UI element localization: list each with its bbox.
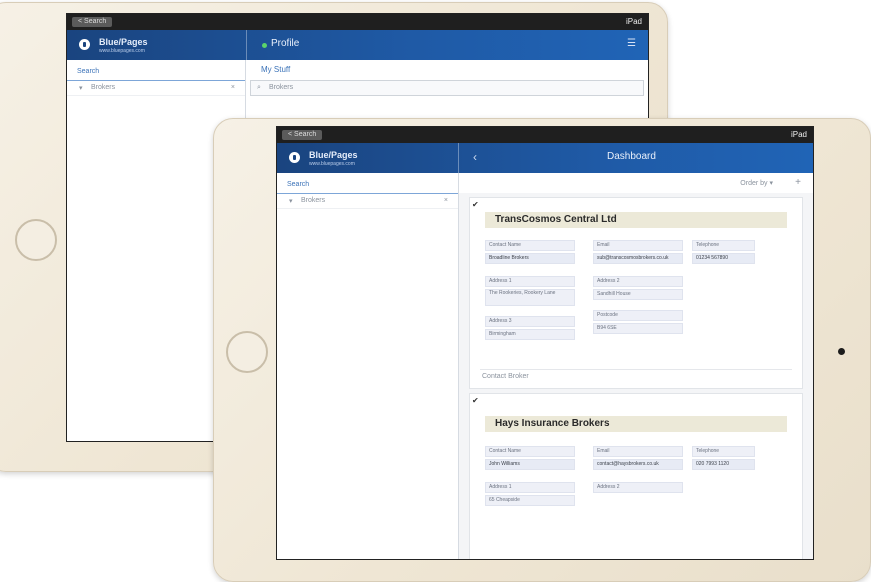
contact-name-label: Contact Name xyxy=(485,240,575,251)
postcode-value: B94 6SE xyxy=(593,323,683,334)
broker-card-header: TransCosmos Central Ltd xyxy=(485,212,787,228)
back-to-search-button[interactable]: < Search xyxy=(72,17,113,27)
add-icon[interactable]: + xyxy=(795,177,801,188)
status-bar: < Search iPad xyxy=(277,127,813,143)
broker-card: ✔ TransCosmos Central Ltd Contact Name B… xyxy=(469,197,803,389)
address2-label: Address 2 xyxy=(593,276,683,287)
app-bar-divider xyxy=(246,30,247,60)
app-bar-title: Dashboard xyxy=(607,151,656,162)
contact-name-label: Contact Name xyxy=(485,446,575,457)
broker-name: TransCosmos Central Ltd xyxy=(495,214,617,225)
close-icon[interactable]: × xyxy=(444,197,448,204)
telephone-label: Telephone xyxy=(692,240,755,251)
brand-subtitle: www.bluepages.com xyxy=(99,48,145,54)
contact-broker-link[interactable]: Contact Broker xyxy=(482,373,529,380)
email-value[interactable]: sub@transcosmosbrokers.co.uk xyxy=(593,253,683,264)
filter-input-value: Brokers xyxy=(269,84,294,91)
broker-card: ✔ Hays Insurance Brokers Contact Name Jo… xyxy=(469,393,803,559)
filter-input[interactable]: ⌕ Brokers xyxy=(250,80,644,96)
brand-name: Blue/Pages xyxy=(99,37,148,47)
device-label: iPad xyxy=(790,130,807,139)
card-footer: Contact Broker xyxy=(480,369,792,384)
address2-label: Address 2 xyxy=(593,482,683,493)
order-by-dropdown[interactable]: Order by ▾ xyxy=(740,179,773,187)
back-chevron-icon[interactable]: ‹ xyxy=(473,150,477,164)
contact-name-value: John Williams xyxy=(485,459,575,470)
address2-value: Sandhill House xyxy=(593,289,683,300)
email-value[interactable]: contact@haysbrokers.co.uk xyxy=(593,459,683,470)
search-icon: ⌕ xyxy=(257,84,261,91)
camera-icon xyxy=(838,348,845,355)
app-bar-divider xyxy=(458,143,459,173)
check-icon[interactable]: ✔ xyxy=(472,200,479,209)
screen-front: < Search iPad Blue/Pages www.bluepages.c… xyxy=(276,126,814,560)
sidebar-search[interactable]: Search xyxy=(277,179,458,194)
address3-label: Address 3 xyxy=(485,316,575,327)
app-bar-title: Profile xyxy=(271,38,300,49)
broker-card-header: Hays Insurance Brokers xyxy=(485,416,787,432)
address1-label: Address 1 xyxy=(485,482,575,493)
brand-name: Blue/Pages xyxy=(309,150,358,160)
address3-value: Birmingham xyxy=(485,329,575,340)
app-bar: Blue/Pages www.bluepages.com ‹ Dashboard xyxy=(277,143,813,173)
address1-value: 65 Cheapside xyxy=(485,495,575,506)
search-label: Search xyxy=(287,181,310,188)
menu-icon[interactable]: ☰ xyxy=(627,38,636,49)
expand-arrow-icon[interactable]: ▾ xyxy=(289,197,293,205)
check-icon[interactable]: ✔ xyxy=(472,396,479,405)
postcode-label: Postcode xyxy=(593,310,683,321)
home-button[interactable] xyxy=(226,331,268,373)
address1-value: The Rookeries, Rookery Lane xyxy=(485,289,575,306)
sidebar-item-label: Brokers xyxy=(301,197,326,204)
telephone-label: Telephone xyxy=(692,446,755,457)
expand-arrow-icon[interactable]: ▾ xyxy=(79,84,83,92)
app-bar: Blue/Pages www.bluepages.com Profile ☰ xyxy=(67,30,648,60)
telephone-value[interactable]: 020 7993 1120 xyxy=(692,459,755,470)
home-button[interactable] xyxy=(15,219,57,261)
sidebar-item-brokers[interactable]: ▾ Brokers × xyxy=(67,81,245,96)
telephone-value[interactable]: 01234 567890 xyxy=(692,253,755,264)
close-icon[interactable]: × xyxy=(231,84,235,91)
dashboard-toolbar: Order by ▾ + xyxy=(459,173,813,193)
sidebar-item-label: Brokers xyxy=(91,84,116,91)
logo-icon xyxy=(79,39,90,50)
logo-icon xyxy=(289,152,300,163)
search-label: Search xyxy=(77,68,100,75)
section-title: My Stuff xyxy=(261,65,291,74)
device-label: iPad xyxy=(625,17,642,26)
sidebar: Search ▾ Brokers × xyxy=(277,173,459,559)
brand-subtitle: www.bluepages.com xyxy=(309,161,355,167)
dashboard-panel: Order by ▾ + ✔ TransCosmos Central Ltd C… xyxy=(459,173,813,559)
status-dot-icon xyxy=(262,43,267,48)
back-to-search-button[interactable]: < Search xyxy=(282,130,323,140)
address1-label: Address 1 xyxy=(485,276,575,287)
email-label: Email xyxy=(593,446,683,457)
broker-name: Hays Insurance Brokers xyxy=(495,418,610,429)
sidebar-search[interactable]: Search xyxy=(67,66,245,81)
status-bar: < Search iPad xyxy=(67,14,648,30)
sidebar-item-brokers[interactable]: ▾ Brokers × xyxy=(277,194,458,209)
contact-name-value: Broadline Brokers xyxy=(485,253,575,264)
ipad-front: < Search iPad Blue/Pages www.bluepages.c… xyxy=(213,118,871,582)
email-label: Email xyxy=(593,240,683,251)
